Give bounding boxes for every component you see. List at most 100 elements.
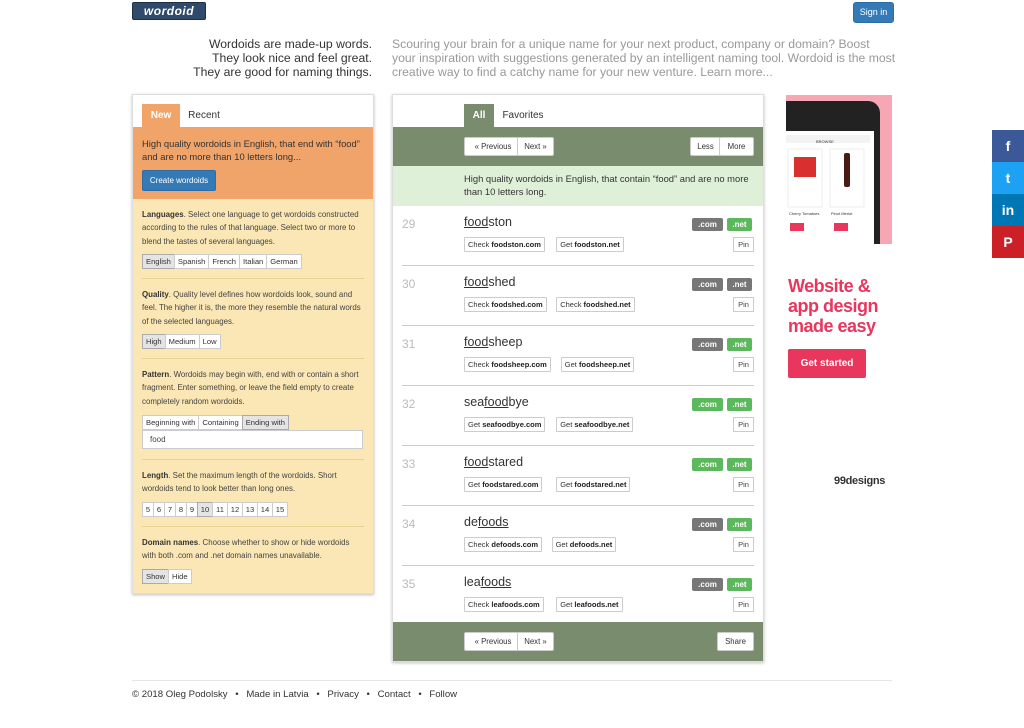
pinterest-share-button[interactable]: P (992, 226, 1024, 258)
ad-brand-logo[interactable]: 99designs (834, 475, 885, 487)
length-10[interactable]: 10 (197, 502, 213, 517)
com-domain-badge[interactable]: .com (692, 398, 723, 411)
net-domain-link[interactable]: Get foodstared.net (556, 477, 631, 492)
next-button-bottom[interactable]: Next » (517, 632, 554, 651)
previous-button[interactable]: « Previous (464, 137, 522, 156)
next-button[interactable]: Next » (517, 137, 554, 156)
net-domain-badge[interactable]: .net (727, 398, 752, 411)
com-domain-badge[interactable]: .com (692, 338, 723, 351)
pattern-help: Pattern. Wordoids may begin with, end wi… (142, 370, 359, 406)
length-15[interactable]: 15 (272, 502, 288, 517)
net-domain-badge[interactable]: .net (727, 218, 752, 231)
sign-in-button[interactable]: Sign in (853, 2, 894, 23)
tab-all[interactable]: All (464, 104, 494, 127)
more-button[interactable]: More (719, 137, 754, 156)
net-domain-badge[interactable]: .net (727, 278, 752, 291)
share-button[interactable]: Share (717, 632, 754, 651)
results-toolbar-top: « Previous Next » Less More (393, 127, 763, 166)
results-description: High quality wordoids in English, that c… (393, 166, 763, 206)
com-domain-badge[interactable]: .com (692, 458, 723, 471)
quality-high[interactable]: High (142, 334, 166, 349)
tab-recent[interactable]: Recent (183, 104, 225, 127)
divider (142, 459, 364, 460)
tab-new[interactable]: New (142, 104, 180, 127)
pin-button[interactable]: Pin (733, 537, 754, 552)
com-domain-badge[interactable]: .com (692, 278, 723, 291)
net-domain-link[interactable]: Get defoods.net (551, 537, 617, 552)
linkedin-share-button[interactable]: in (992, 194, 1024, 226)
length-12[interactable]: 12 (227, 502, 243, 517)
wordoid-word[interactable]: foodstared (464, 455, 523, 469)
wordoid-row: 33 foodstared .com .net Get foodstared.com Ge… (393, 446, 763, 506)
pin-button[interactable]: Pin (733, 237, 754, 252)
net-domain-badge[interactable]: .net (727, 338, 752, 351)
wordoid-word[interactable]: foodsheep (464, 335, 522, 349)
length-11[interactable]: 11 (212, 502, 228, 517)
com-domain-link[interactable]: Check foodston.com (464, 237, 545, 252)
pattern-ending-with[interactable]: Ending with (241, 415, 289, 430)
com-domain-badge[interactable]: .com (692, 518, 723, 531)
net-domain-link[interactable]: Get leafoods.net (556, 597, 623, 612)
footer-follow-link[interactable]: Follow (429, 689, 457, 700)
ad-get-started-button[interactable]: Get started (788, 349, 866, 378)
com-domain-badge[interactable]: .com (692, 578, 723, 591)
com-domain-link[interactable]: Check foodsheep.com (464, 357, 551, 372)
facebook-share-button[interactable]: f (992, 130, 1024, 162)
language-french[interactable]: French (208, 254, 240, 269)
domains-hide[interactable]: Hide (168, 569, 192, 584)
quality-low[interactable]: Low (198, 334, 221, 349)
wordoid-word[interactable]: defoods (464, 515, 509, 529)
quality-medium[interactable]: Medium (164, 334, 200, 349)
create-wordoids-button[interactable]: Create wordoids (142, 170, 216, 191)
pattern-input[interactable]: food (142, 430, 363, 449)
wordoid-word[interactable]: leafoods (464, 575, 511, 589)
domain-options: Show Hide (142, 569, 192, 584)
com-domain-badge[interactable]: .com (692, 218, 723, 231)
intro-text: Scouring your brain for a unique name fo… (392, 37, 896, 79)
net-domain-link[interactable]: Get foodston.net (556, 237, 624, 252)
footer-privacy-link[interactable]: Privacy (327, 689, 358, 700)
com-domain-link[interactable]: Get foodstared.com (464, 477, 543, 492)
net-domain-badge[interactable]: .net (727, 458, 752, 471)
footer-separator: • (418, 689, 422, 700)
language-spanish[interactable]: Spanish (173, 254, 210, 269)
language-italian[interactable]: Italian (239, 254, 268, 269)
wordoid-row: 30 foodshed .com .net Check foodshed.com Chec… (393, 266, 763, 326)
pin-button[interactable]: Pin (733, 477, 754, 492)
footer-contact-link[interactable]: Contact (378, 689, 411, 700)
length-13[interactable]: 13 (242, 502, 258, 517)
com-domain-link[interactable]: Check leafoods.com (464, 597, 544, 612)
logo[interactable]: wordoid (132, 2, 206, 20)
wordoid-word[interactable]: foodston (464, 215, 512, 229)
pin-button[interactable]: Pin (733, 417, 754, 432)
pattern-beginning-with[interactable]: Beginning with (142, 415, 200, 430)
com-domain-link[interactable]: Check defoods.com (464, 537, 543, 552)
net-domain-link[interactable]: Check foodshed.net (556, 297, 635, 312)
wordoid-word[interactable]: seafoodbye (464, 395, 529, 409)
net-domain-link[interactable]: Get seafoodbye.net (556, 417, 634, 432)
languages-options: English Spanish French Italian German (142, 254, 302, 269)
language-german[interactable]: German (266, 254, 302, 269)
tab-favorites[interactable]: Favorites (497, 104, 549, 127)
twitter-share-button[interactable]: t (992, 162, 1024, 194)
ad-phone-image[interactable]: BROWSE Cherry Tomatoes Pinot Merlot (786, 95, 892, 244)
pin-button[interactable]: Pin (733, 297, 754, 312)
wordoid-word[interactable]: foodshed (464, 275, 515, 289)
length-14[interactable]: 14 (257, 502, 273, 517)
phone-illustration (786, 95, 892, 244)
pin-button[interactable]: Pin (733, 357, 754, 372)
language-english[interactable]: English (142, 254, 175, 269)
com-domain-link[interactable]: Check foodshed.com (464, 297, 547, 312)
domains-show[interactable]: Show (142, 569, 169, 584)
pin-button[interactable]: Pin (733, 597, 754, 612)
net-domain-badge[interactable]: .net (727, 518, 752, 531)
com-domain-link[interactable]: Get seafoodbye.com (464, 417, 546, 432)
net-domain-link[interactable]: Get foodsheep.net (560, 357, 635, 372)
facebook-icon: f (1005, 138, 1011, 154)
less-button[interactable]: Less (690, 137, 721, 156)
quality-options: High Medium Low (142, 334, 221, 349)
previous-button-bottom[interactable]: « Previous (464, 632, 522, 651)
ad-headline[interactable]: Website & app design made easy (788, 276, 898, 336)
net-domain-badge[interactable]: .net (727, 578, 752, 591)
pattern-containing[interactable]: Containing (198, 415, 243, 430)
